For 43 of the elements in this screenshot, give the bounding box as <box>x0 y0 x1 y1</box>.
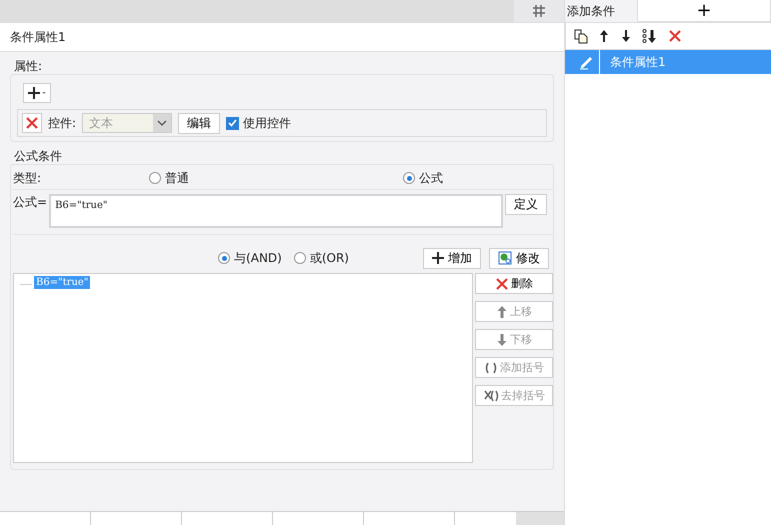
remove-parentheses-icon <box>483 388 499 402</box>
add-dropdown-button[interactable] <box>23 83 51 103</box>
delete-button[interactable]: 删除 <box>475 273 553 294</box>
group-label: 属性: <box>14 58 44 74</box>
side-tab[interactable] <box>514 0 564 22</box>
type-radio[interactable]: 公式 <box>403 170 443 186</box>
formula-label: 公式= <box>13 194 48 211</box>
modify-button[interactable]: 修改 <box>489 248 549 268</box>
use-control-checkbox[interactable]: 使用控件 <box>226 114 292 132</box>
type-radio[interactable]: 普通 <box>149 170 403 186</box>
checkbox[interactable] <box>226 116 240 130</box>
pencil-icon <box>579 54 595 70</box>
logic-radio[interactable]: 与(AND) <box>218 250 282 266</box>
move-down-icon[interactable] <box>620 29 632 43</box>
radio-button[interactable] <box>149 172 161 184</box>
copy-icon[interactable] <box>574 28 588 44</box>
arrow-down-icon <box>496 332 508 346</box>
radio-button[interactable] <box>294 252 306 264</box>
radio-button[interactable] <box>403 172 415 184</box>
logic-radio[interactable]: 或(OR) <box>294 250 349 266</box>
edit-button[interactable]: 编辑 <box>178 112 220 134</box>
formula-field[interactable]: B6="true" <box>49 194 503 228</box>
plus-icon <box>432 252 444 264</box>
move-up-icon[interactable] <box>598 29 610 43</box>
delete-icon[interactable] <box>668 29 682 43</box>
add-button[interactable]: 增加 <box>423 248 481 268</box>
panel-tab[interactable]: 添加条件 <box>565 0 637 22</box>
delete-icon <box>495 276 509 290</box>
arrow-up-icon <box>496 304 508 318</box>
add-condition-button[interactable]: + <box>637 0 771 22</box>
define-button[interactable]: 定义 <box>505 194 547 215</box>
parentheses-icon <box>484 362 498 374</box>
group-label: 公式条件 <box>14 148 63 164</box>
chevron-down-icon <box>157 120 168 126</box>
delete-icon <box>25 116 39 130</box>
panel-title: 条件属性1 <box>10 28 66 46</box>
grid-icon <box>532 4 546 18</box>
radio-button[interactable] <box>218 252 230 264</box>
plus-icon <box>27 87 47 99</box>
remove-button[interactable] <box>22 113 42 133</box>
control-label: 控件: <box>48 114 76 132</box>
type-label: 类型: <box>13 170 42 186</box>
move-to-bottom-icon[interactable] <box>642 28 658 44</box>
